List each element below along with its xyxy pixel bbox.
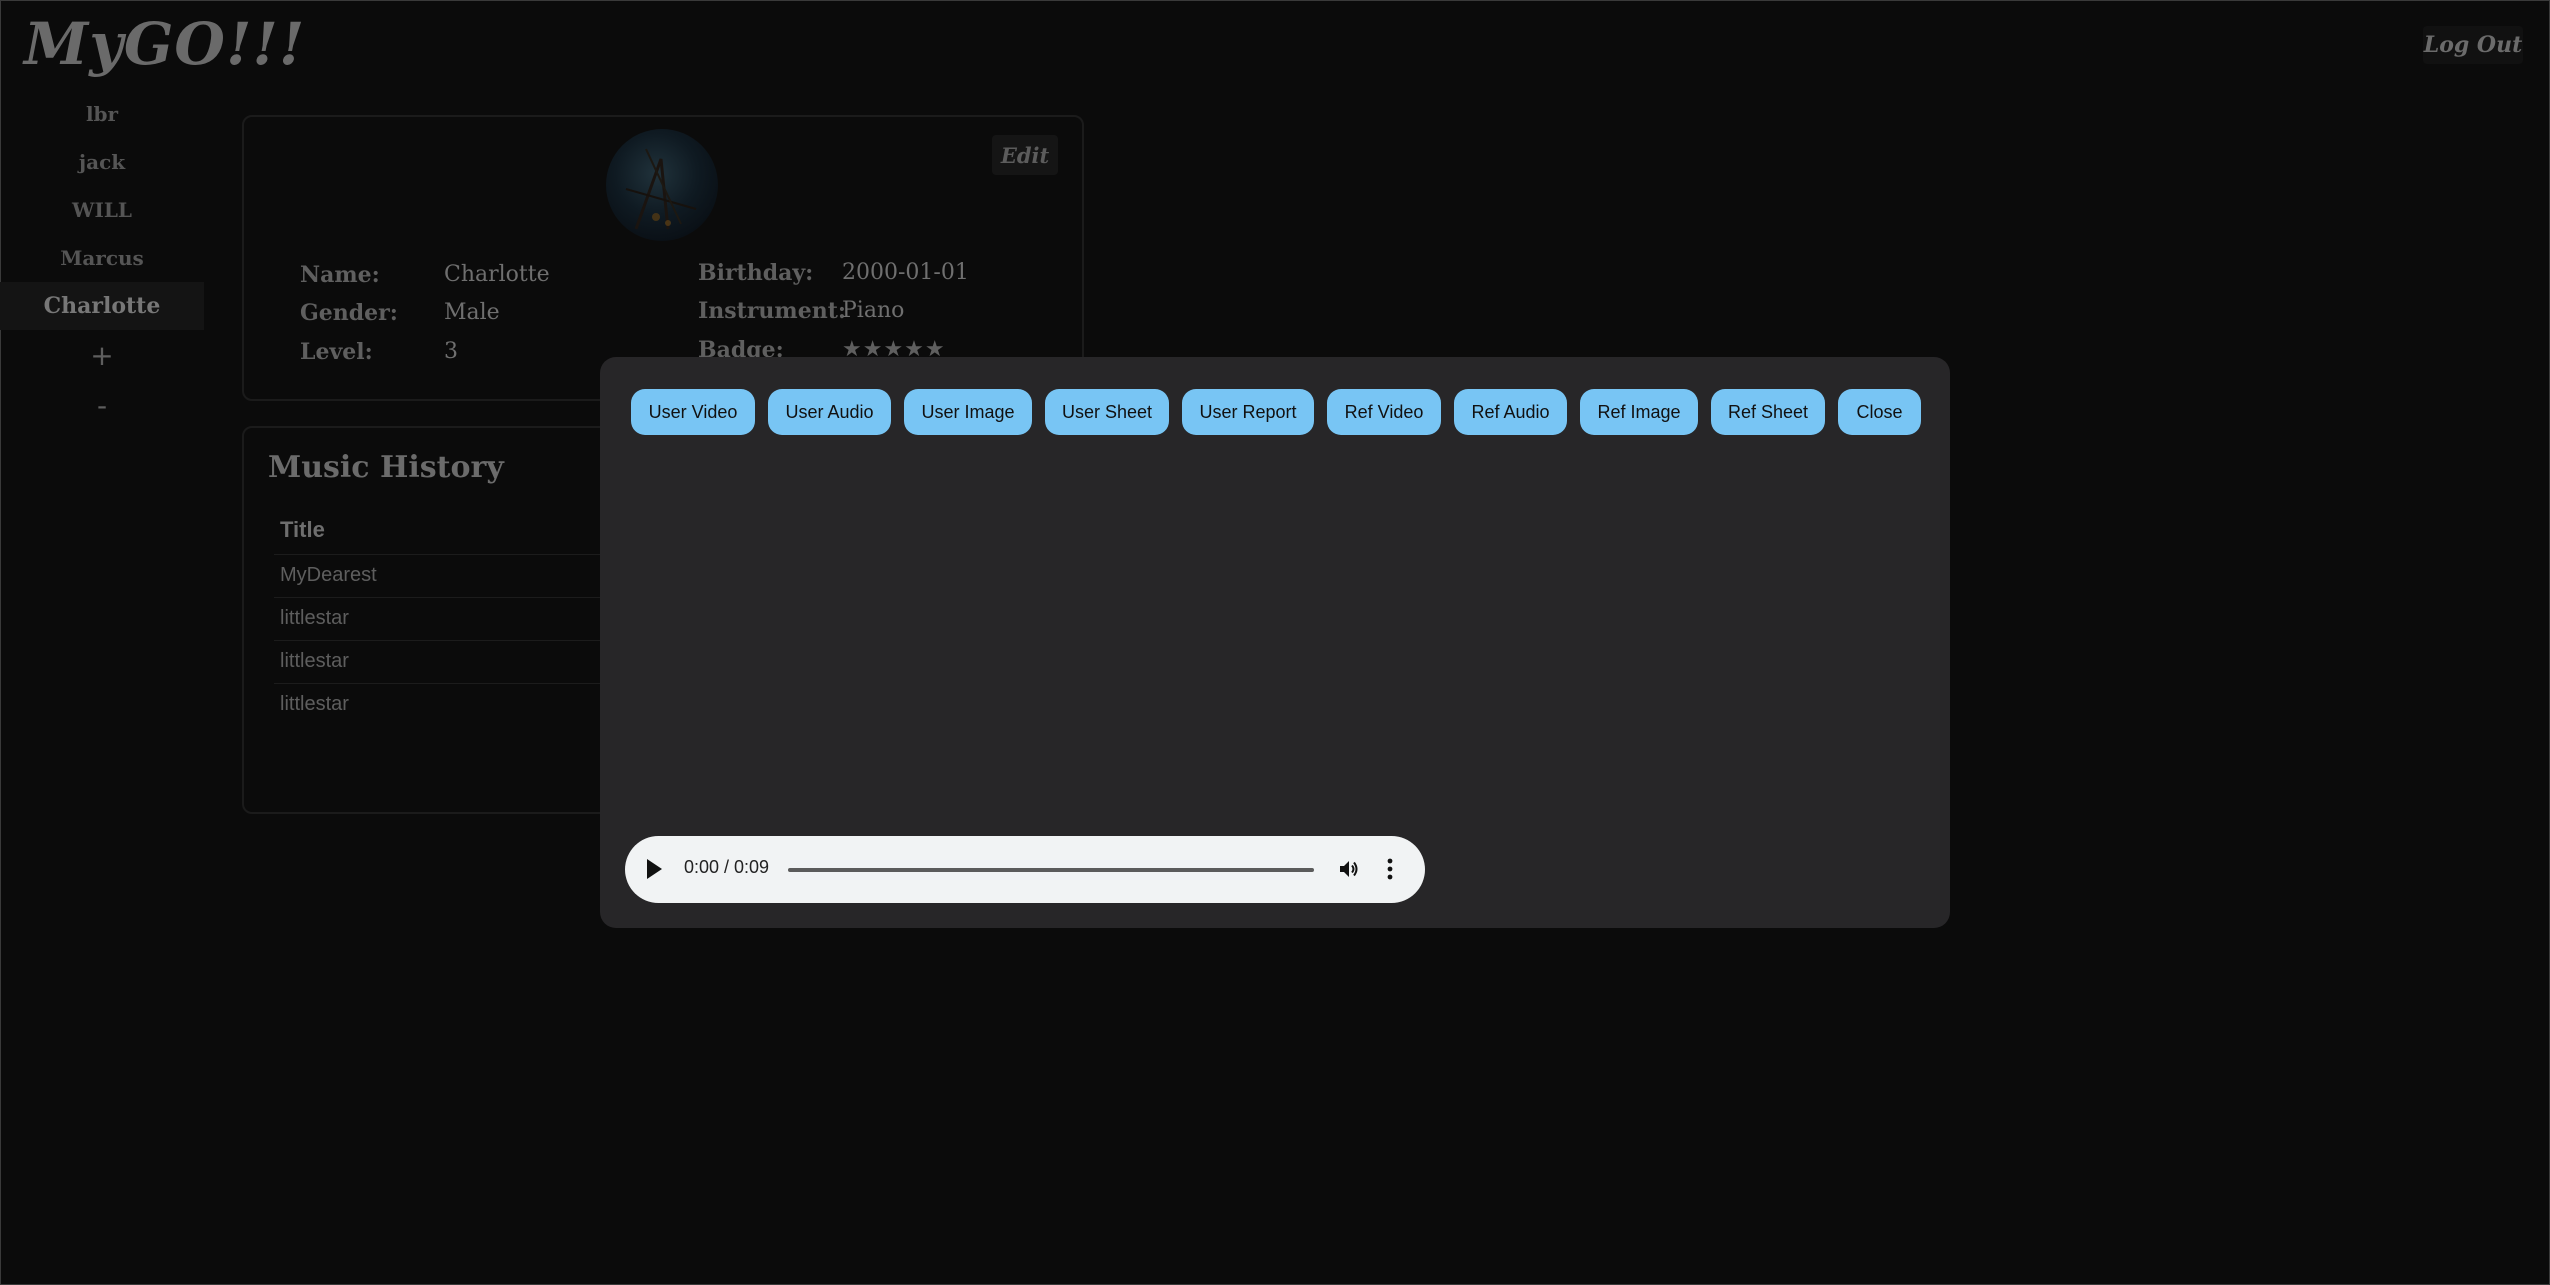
gender-value: Male <box>444 300 500 325</box>
user-image-button[interactable]: User Image <box>904 389 1032 435</box>
sidebar-item-marcus[interactable]: Marcus <box>0 234 204 282</box>
name-label: Name: <box>300 262 380 288</box>
play-icon[interactable] <box>647 859 662 879</box>
name-value: Charlotte <box>444 262 550 287</box>
row-title: littlestar <box>280 693 349 715</box>
row-title: MyDearest <box>280 564 377 586</box>
logout-button[interactable]: Log Out <box>2423 26 2523 64</box>
gender-label: Gender: <box>300 300 398 326</box>
avatar <box>606 129 718 241</box>
remove-user-button[interactable]: - <box>0 380 204 430</box>
sidebar-item-will[interactable]: WILL <box>0 186 204 234</box>
modal-button-bar: User Video User Audio User Image User Sh… <box>631 389 1934 435</box>
ref-sheet-button[interactable]: Ref Sheet <box>1711 389 1825 435</box>
birthday-value: 2000-01-01 <box>842 260 969 285</box>
user-sheet-button[interactable]: User Sheet <box>1045 389 1169 435</box>
close-button[interactable]: Close <box>1838 389 1921 435</box>
column-header-title: Title <box>280 517 325 542</box>
row-title: littlestar <box>280 650 349 672</box>
user-video-button[interactable]: User Video <box>631 389 755 435</box>
sidebar-item-lbr[interactable]: lbr <box>0 90 204 138</box>
add-user-button[interactable]: + <box>0 330 204 380</box>
audio-player: 0:00 / 0:09 <box>625 836 1425 903</box>
instrument-value: Piano <box>842 298 905 323</box>
player-time: 0:00 / 0:09 <box>684 857 770 877</box>
row-title: littlestar <box>280 607 349 629</box>
user-audio-button[interactable]: User Audio <box>768 389 891 435</box>
seek-bar[interactable] <box>788 868 1314 872</box>
media-modal: User Video User Audio User Image User Sh… <box>600 357 1950 928</box>
edit-profile-button[interactable]: Edit <box>992 135 1058 175</box>
sidebar-item-charlotte[interactable]: Charlotte <box>0 282 204 330</box>
user-report-button[interactable]: User Report <box>1182 389 1314 435</box>
sidebar: lbr jack WILL Marcus Charlotte + - <box>0 90 204 430</box>
ref-image-button[interactable]: Ref Image <box>1580 389 1698 435</box>
instrument-label: Instrument: <box>698 298 846 324</box>
birthday-label: Birthday: <box>698 260 814 286</box>
volume-icon[interactable] <box>1337 857 1361 885</box>
app-logo: MyGO!!! <box>24 10 306 78</box>
ref-audio-button[interactable]: Ref Audio <box>1454 389 1567 435</box>
music-history-title: Music History <box>268 450 504 485</box>
level-label: Level: <box>300 339 373 365</box>
level-value: 3 <box>444 339 458 364</box>
more-options-icon[interactable] <box>1386 858 1394 884</box>
sidebar-item-jack[interactable]: jack <box>0 138 204 186</box>
ref-video-button[interactable]: Ref Video <box>1327 389 1441 435</box>
